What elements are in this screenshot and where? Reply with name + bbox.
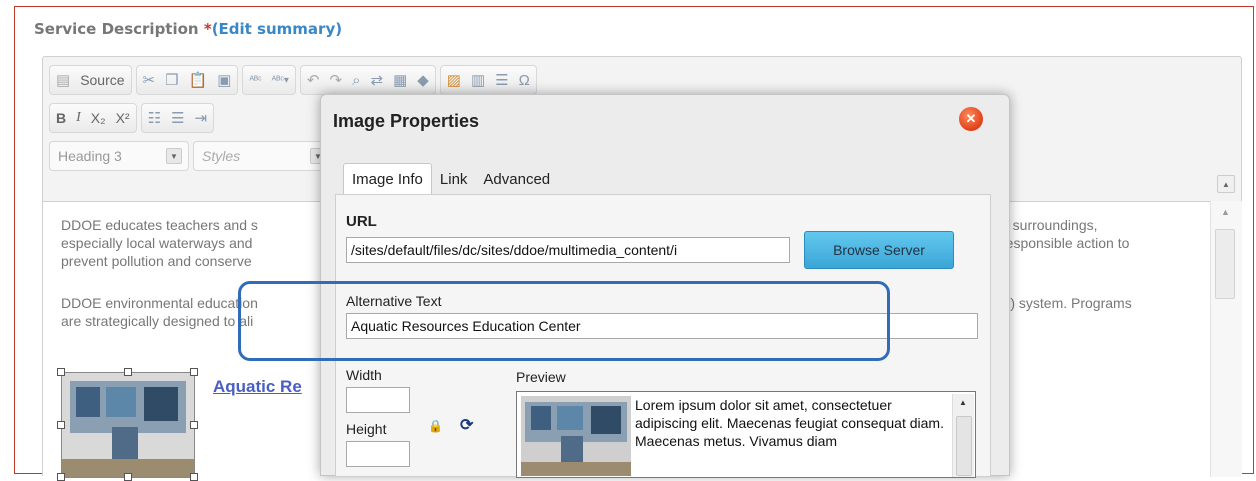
width-label: Width — [346, 367, 382, 383]
resize-handle[interactable] — [190, 473, 198, 481]
paragraph-2-right-1: S) system. Programs — [1001, 295, 1132, 311]
required-marker: * — [203, 20, 212, 38]
paste-word-icon[interactable]: ▣ — [217, 71, 231, 89]
close-icon[interactable]: ✕ — [959, 107, 983, 131]
resize-handle[interactable] — [124, 368, 132, 376]
toolbar-collapse-button[interactable]: ▲ — [1217, 175, 1235, 193]
content-link[interactable]: Aquatic Re — [213, 378, 302, 396]
lock-icon[interactable]: 🔒 — [428, 419, 443, 433]
undo-icon[interactable]: ↶ — [307, 71, 320, 89]
resize-handle[interactable] — [57, 473, 65, 481]
paragraph-2-line-2: are strategically designed to ali — [61, 313, 254, 329]
alt-text-highlight — [238, 281, 890, 361]
scayt-icon[interactable]: ᴬᴮᶜ▾ — [272, 75, 289, 86]
browse-server-button[interactable]: Browse Server — [804, 231, 954, 269]
preview-scrollbar[interactable]: ▲ — [952, 394, 974, 477]
preview-text: Lorem ipsum dolor sit amet, consectetuer… — [635, 397, 944, 449]
list-group: ☷ ☰ ⇥ — [140, 103, 215, 133]
paragraph-1-right-2: responsible action to — [1001, 235, 1130, 251]
format-value: Heading 3 — [58, 148, 122, 164]
preview-image — [521, 396, 631, 476]
cut-icon[interactable]: ✂ — [143, 71, 156, 89]
toolbar-row-2: B I X₂ X² ☷ ☰ ⇥ — [49, 103, 215, 133]
styles-dropdown[interactable]: Styles ▼ — [193, 141, 333, 171]
source-icon: ▤ — [56, 72, 71, 89]
copy-icon[interactable]: ❐ — [165, 71, 178, 89]
preview-label: Preview — [516, 369, 566, 385]
selected-image[interactable] — [57, 368, 198, 481]
clipboard-group: ✂ ❐ 📋 ▣ — [135, 65, 239, 95]
tab-link[interactable]: Link — [432, 163, 476, 195]
url-label: URL — [346, 213, 377, 230]
source-button[interactable]: ▤ Source — [49, 65, 132, 95]
section-title: Service Description *(Edit summary) — [34, 20, 342, 38]
paragraph-1-line-1: DDOE educates teachers and s — [61, 217, 258, 233]
replace-icon[interactable]: ⇄ — [370, 71, 383, 89]
scrollbar-thumb[interactable] — [1215, 229, 1235, 299]
remove-format-icon[interactable]: ◆ — [417, 71, 429, 89]
toolbar-row-1: ▤ Source ✂ ❐ 📋 ▣ ᴬᴮᶜ ᴬᴮᶜ▾ ↶ ↷ ⌕ ⇄ ▦ ◆ ▨ … — [49, 65, 537, 95]
editor-scrollbar[interactable]: ▲ — [1210, 201, 1242, 477]
select-all-icon[interactable]: ▦ — [393, 71, 407, 89]
paragraph-1-line-3: prevent pollution and conserve — [61, 253, 252, 269]
basic-style-group: B I X₂ X² — [49, 103, 137, 133]
tab-advanced[interactable]: Advanced — [475, 163, 558, 195]
paste-icon[interactable]: 📋 — [189, 71, 208, 89]
paragraph-2-line-1: DDOE environmental education — [61, 295, 258, 311]
spellcheck-icon[interactable]: ᴬᴮᶜ — [249, 75, 261, 86]
table-icon[interactable]: ▥ — [471, 71, 485, 89]
bulleted-list-icon[interactable]: ☰ — [171, 109, 184, 127]
height-label: Height — [346, 421, 387, 437]
scroll-up-arrow[interactable]: ▲ — [1221, 207, 1230, 217]
dialog-tabs: Image Info Link Advanced — [343, 163, 558, 195]
section-title-text: Service Description — [34, 20, 204, 38]
redo-icon[interactable]: ↷ — [330, 71, 343, 89]
resize-handle[interactable] — [124, 473, 132, 481]
horizontal-rule-icon[interactable]: ☰ — [495, 71, 508, 89]
insert-group: ▨ ▥ ☰ Ω — [439, 65, 537, 95]
find-icon[interactable]: ⌕ — [352, 72, 360, 89]
dialog-title: Image Properties — [333, 111, 480, 131]
chevron-down-icon: ▼ — [166, 148, 182, 164]
superscript-button[interactable]: X² — [116, 110, 130, 126]
source-label: Source — [80, 72, 125, 88]
resize-handle[interactable] — [57, 421, 65, 429]
styles-placeholder: Styles — [202, 148, 241, 164]
numbered-list-icon[interactable]: ☷ — [148, 109, 161, 127]
scrollbar-thumb[interactable] — [956, 416, 972, 476]
paragraph-1-right-1: ir surroundings, — [1001, 217, 1098, 233]
exhibit-photo — [62, 373, 194, 477]
height-field[interactable] — [346, 441, 410, 467]
resize-handle[interactable] — [190, 368, 198, 376]
bold-button[interactable]: B — [56, 110, 66, 126]
subscript-button[interactable]: X₂ — [91, 110, 106, 126]
indent-icon[interactable]: ⇥ — [194, 109, 207, 127]
special-char-icon[interactable]: Ω — [519, 72, 530, 89]
scroll-up-arrow[interactable]: ▲ — [959, 398, 967, 407]
width-field[interactable] — [346, 387, 410, 413]
resize-handle[interactable] — [57, 368, 65, 376]
edit-summary-link[interactable]: (Edit summary) — [212, 20, 342, 38]
spellcheck-group: ᴬᴮᶜ ᴬᴮᶜ▾ — [242, 65, 296, 95]
preview-box: Lorem ipsum dolor sit amet, consectetuer… — [516, 391, 976, 478]
tab-image-info[interactable]: Image Info — [343, 163, 432, 195]
image-icon[interactable]: ▨ — [447, 71, 461, 89]
italic-button[interactable]: I — [76, 110, 81, 126]
format-dropdown[interactable]: Heading 3 ▼ — [49, 141, 189, 171]
toolbar-row-3: Heading 3 ▼ Styles ▼ — [49, 141, 333, 171]
reset-size-icon[interactable]: ⟳ — [460, 415, 473, 435]
undo-group: ↶ ↷ ⌕ ⇄ ▦ ◆ — [299, 65, 436, 95]
resize-handle[interactable] — [190, 421, 198, 429]
paragraph-1-line-2: especially local waterways and — [61, 235, 253, 251]
url-field[interactable]: /sites/default/files/dc/sites/ddoe/multi… — [346, 237, 790, 263]
